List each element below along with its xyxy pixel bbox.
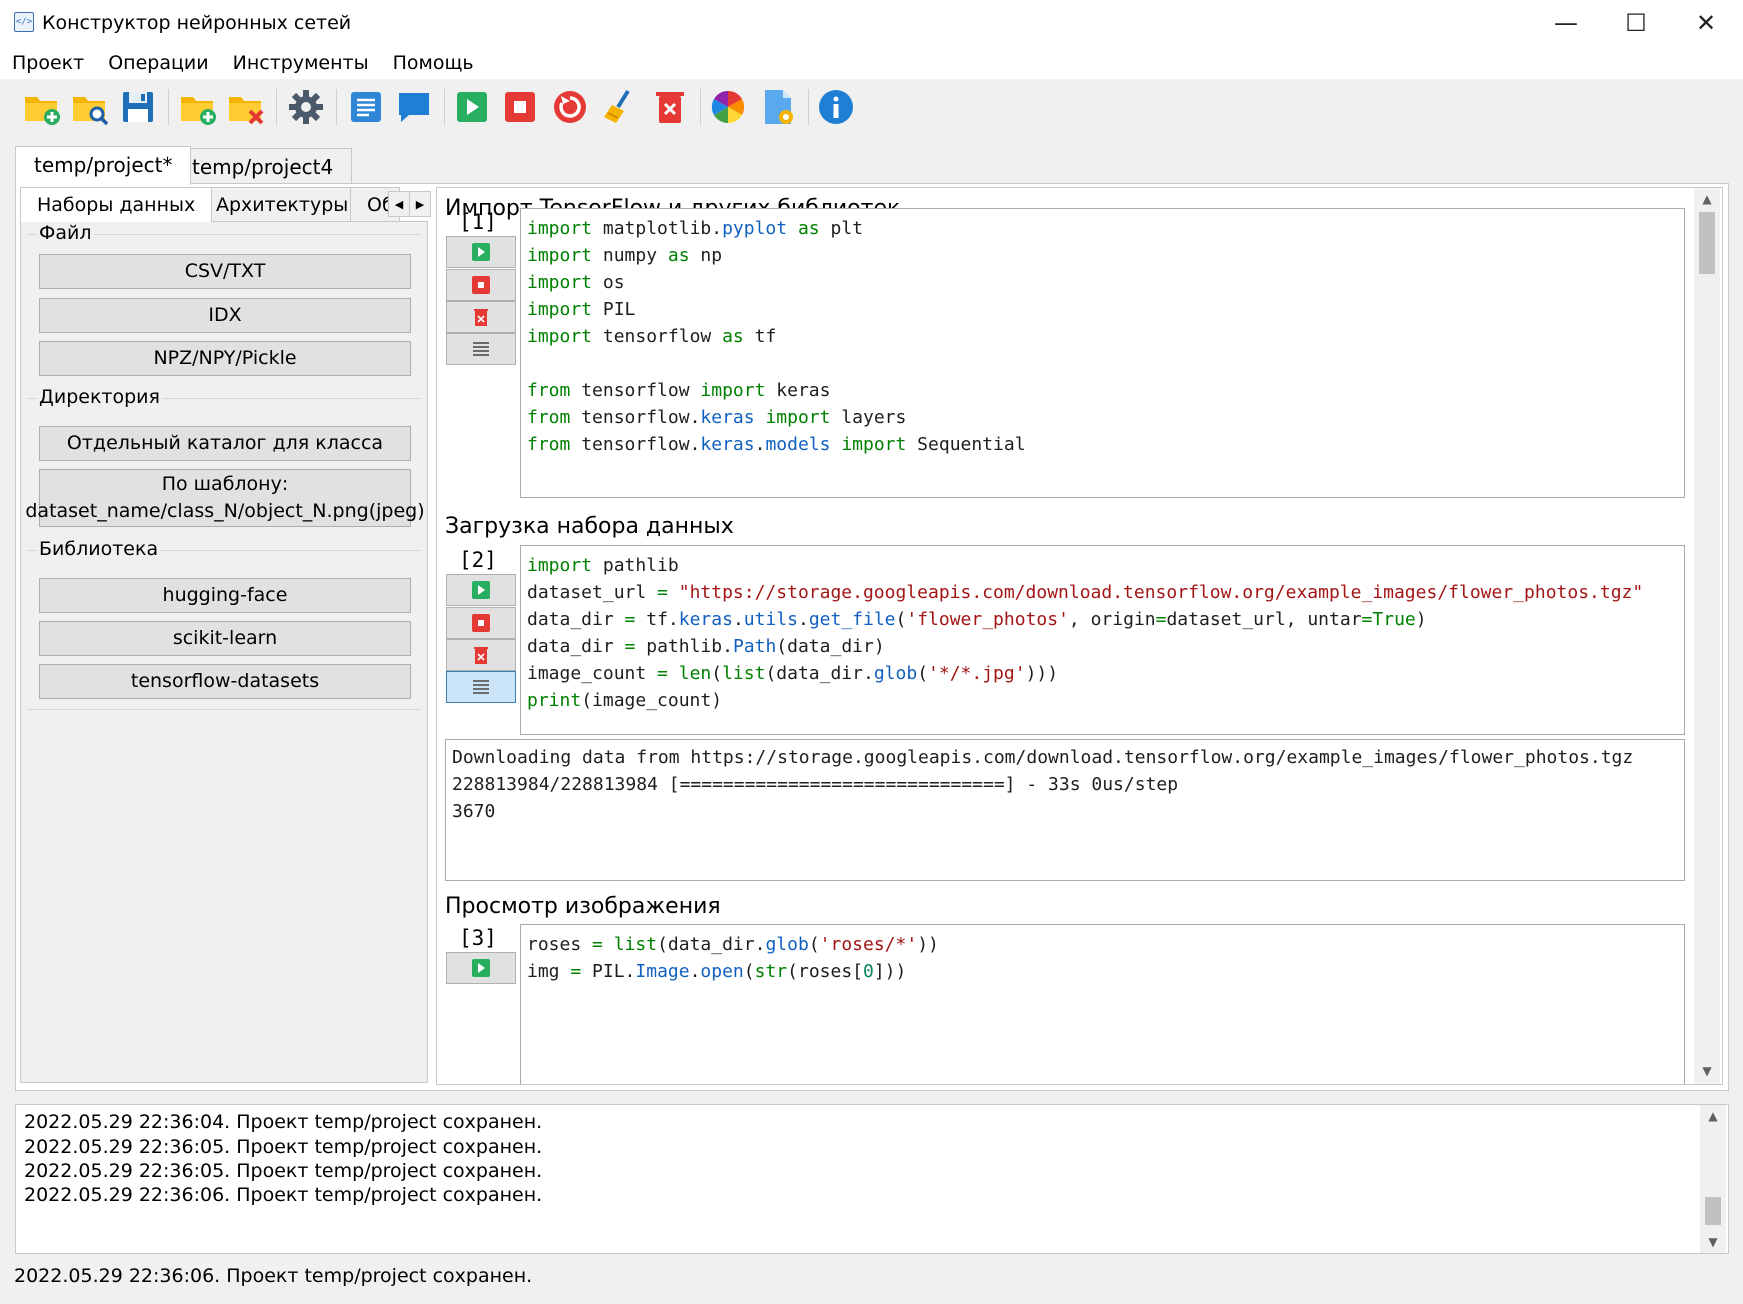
cell-number: [1]	[459, 210, 497, 234]
template-path-line1: По шаблону:	[161, 473, 289, 495]
left-panel: Наборы данных Архитектуры Об ◀ ▶ Файл CS…	[20, 187, 431, 1083]
tab-project[interactable]: temp/project*	[15, 146, 192, 185]
output-toggle-button[interactable]	[446, 671, 516, 703]
separate-folder-button[interactable]: Отдельный каталог для класса	[39, 426, 411, 461]
clear-icon[interactable]	[600, 87, 640, 127]
hugging-face-button[interactable]: hugging-face	[39, 578, 411, 613]
cell-output: Downloading data from https://storage.go…	[445, 739, 1685, 881]
delete-cell-button[interactable]	[446, 301, 516, 333]
group-library-title: Библиотека	[37, 538, 161, 560]
scroll-up-icon[interactable]: ▲	[1694, 188, 1720, 210]
run-icon	[472, 581, 490, 599]
app-icon: </>	[14, 12, 34, 32]
log-scrollbar[interactable]: ▲ ▼	[1700, 1105, 1726, 1253]
run-cell-button[interactable]	[446, 236, 516, 268]
code-editor[interactable]: roses = list(data_dir.glob('roses/*')) i…	[520, 924, 1685, 1084]
scroll-down-icon[interactable]: ▼	[1694, 1060, 1720, 1082]
scikit-learn-button[interactable]: scikit-learn	[39, 621, 411, 656]
csv-txt-button[interactable]: CSV/TXT	[39, 254, 411, 289]
group-directory-title: Директория	[37, 386, 162, 408]
cell-title: Загрузка набора данных	[445, 514, 734, 539]
open-project-icon[interactable]	[70, 87, 110, 127]
idx-button[interactable]: IDX	[39, 298, 411, 333]
cell-number: [2]	[459, 548, 497, 572]
cell-title: Просмотр изображения	[445, 894, 721, 919]
tab-datasets[interactable]: Наборы данных	[20, 187, 213, 222]
stop-icon[interactable]	[500, 87, 540, 127]
add-folder-icon[interactable]	[178, 87, 218, 127]
code-editor[interactable]: import pathlib dataset_url = "https://st…	[520, 545, 1685, 735]
stop-icon	[472, 276, 490, 294]
restart-icon[interactable]	[550, 87, 590, 127]
text-cell-icon[interactable]	[346, 87, 386, 127]
info-icon[interactable]	[816, 87, 856, 127]
delete-cell-button[interactable]	[446, 639, 516, 671]
delete-icon	[474, 647, 488, 664]
menu-help[interactable]: Помощь	[381, 47, 486, 79]
settings-icon[interactable]	[286, 87, 326, 127]
log-line: 2022.05.29 22:36:05. Проект temp/project…	[24, 1160, 543, 1182]
output-line: 228813984/228813984 [===================…	[452, 774, 1179, 795]
minimize-button[interactable]: —	[1534, 6, 1598, 40]
notebook: Импорт TensorFlow и других библиотек [1]…	[436, 187, 1723, 1085]
scroll-up-icon[interactable]: ▲	[1700, 1105, 1726, 1127]
close-button[interactable]: ✕	[1674, 6, 1738, 40]
log-panel: 2022.05.29 22:36:04. Проект temp/project…	[15, 1104, 1729, 1254]
run-icon	[472, 243, 490, 261]
delete-icon[interactable]	[650, 87, 690, 127]
log-line: 2022.05.29 22:36:05. Проект temp/project…	[24, 1136, 543, 1158]
lines-icon	[473, 342, 489, 356]
status-bar: 2022.05.29 22:36:06. Проект temp/project…	[14, 1265, 533, 1287]
log-line: 2022.05.29 22:36:04. Проект temp/project…	[24, 1111, 543, 1133]
stop-icon	[472, 614, 490, 632]
template-path-line2: dataset_name/class_N/object_N.png(jpeg)	[25, 500, 425, 522]
stop-cell-button[interactable]	[446, 269, 516, 301]
delete-icon	[474, 309, 488, 326]
menu-project[interactable]: Проект	[0, 47, 96, 79]
stop-cell-button[interactable]	[446, 607, 516, 639]
group-file-title: Файл	[37, 222, 94, 244]
menu-tools[interactable]: Инструменты	[221, 47, 381, 79]
title-bar: </> Конструктор нейронных сетей — ☐ ✕	[0, 0, 1743, 47]
new-project-icon[interactable]	[22, 87, 62, 127]
output-toggle-button[interactable]	[446, 333, 516, 365]
scrollbar-thumb[interactable]	[1699, 212, 1715, 274]
tab-architectures[interactable]: Архитектуры	[199, 187, 366, 222]
color-palette-icon[interactable]	[708, 87, 748, 127]
menu-operations[interactable]: Операции	[96, 47, 220, 79]
run-cell-button[interactable]	[446, 574, 516, 606]
scroll-down-icon[interactable]: ▼	[1700, 1231, 1726, 1253]
output-line: 3670	[452, 801, 496, 822]
menu-bar: Проект Операции Инструменты Помощь	[0, 47, 1743, 79]
window-title: Конструктор нейронных сетей	[42, 12, 352, 34]
run-icon	[472, 959, 490, 977]
output-line: Downloading data from https://storage.go…	[452, 747, 1634, 768]
toolbar	[0, 79, 1743, 135]
datasets-panel: Файл CSV/TXT IDX NPZ/NPY/Pickle Директор…	[20, 221, 428, 1083]
tab-scroll-left-icon[interactable]: ◀	[388, 191, 410, 217]
comment-icon[interactable]	[394, 87, 434, 127]
npz-npy-pickle-button[interactable]: NPZ/NPY/Pickle	[39, 341, 411, 376]
tensorflow-datasets-button[interactable]: tensorflow-datasets	[39, 664, 411, 699]
notebook-scrollbar[interactable]: ▲ ▼	[1694, 188, 1720, 1084]
scrollbar-thumb[interactable]	[1705, 1197, 1721, 1225]
cell-number: [3]	[459, 926, 497, 950]
run-icon[interactable]	[452, 87, 492, 127]
tab-project4[interactable]: temp/project4	[173, 148, 353, 185]
lines-icon	[473, 680, 489, 694]
save-icon[interactable]	[118, 87, 158, 127]
remove-folder-icon[interactable]	[226, 87, 266, 127]
log-line: 2022.05.29 22:36:06. Проект temp/project…	[24, 1184, 543, 1206]
document-settings-icon[interactable]	[758, 87, 798, 127]
run-cell-button[interactable]	[446, 952, 516, 984]
tab-scroll-right-icon[interactable]: ▶	[409, 191, 431, 217]
code-editor[interactable]: import matplotlib.pyplot as plt import n…	[520, 208, 1685, 498]
maximize-button[interactable]: ☐	[1604, 6, 1668, 40]
template-path-button[interactable]: По шаблону: dataset_name/class_N/object_…	[25, 469, 425, 527]
